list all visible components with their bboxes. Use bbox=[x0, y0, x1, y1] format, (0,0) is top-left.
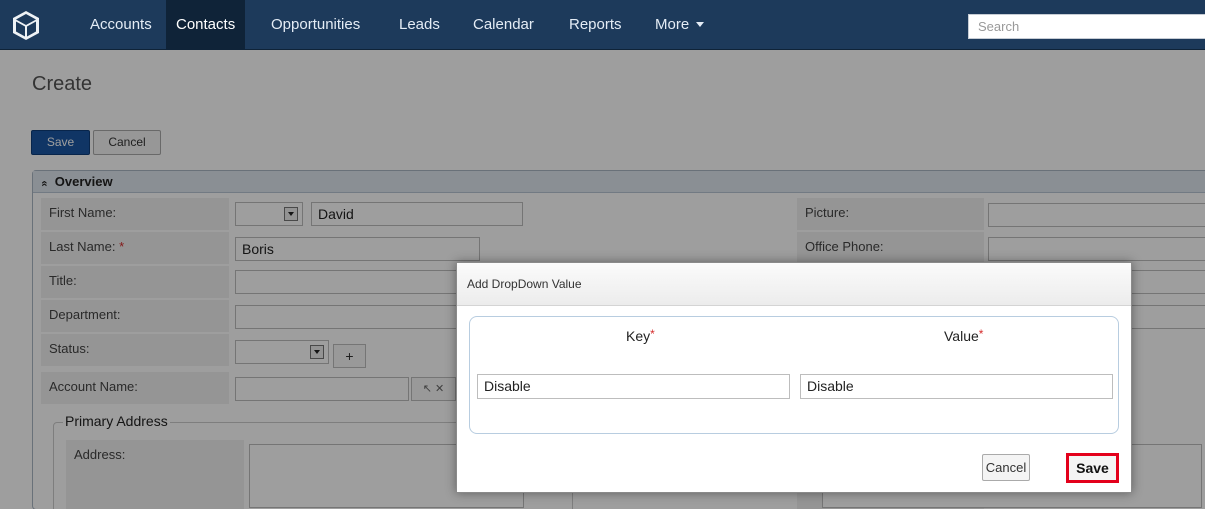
required-marker: * bbox=[650, 327, 655, 341]
add-dropdown-value-dialog: Add DropDown Value Key* Value* Disable D… bbox=[456, 262, 1132, 493]
nav-more-label: More bbox=[655, 16, 690, 33]
value-input[interactable]: Disable bbox=[800, 374, 1113, 399]
nav-calendar[interactable]: Calendar bbox=[463, 0, 544, 50]
value-header-label: Value bbox=[944, 328, 979, 344]
nav-contacts[interactable]: Contacts bbox=[166, 0, 246, 50]
dialog-save-button[interactable]: Save bbox=[1066, 453, 1119, 483]
nav-more[interactable]: More bbox=[645, 0, 714, 50]
required-marker: * bbox=[978, 327, 984, 341]
dialog-fields-box: Key* Value* Disable Disable bbox=[469, 316, 1119, 434]
nav-reports[interactable]: Reports bbox=[559, 0, 632, 50]
nav-opportunities[interactable]: Opportunities bbox=[261, 0, 370, 50]
nav-accounts[interactable]: Accounts bbox=[80, 0, 162, 50]
top-navbar: Accounts Contacts Opportunities Leads Ca… bbox=[0, 0, 1205, 50]
nav-leads[interactable]: Leads bbox=[389, 0, 450, 50]
search-input[interactable]: Search bbox=[968, 14, 1205, 39]
dialog-cancel-button[interactable]: Cancel bbox=[982, 454, 1030, 481]
key-header-label: Key bbox=[626, 328, 651, 344]
value-header: Value* bbox=[944, 327, 984, 344]
key-header: Key* bbox=[626, 327, 655, 344]
caret-down-icon bbox=[696, 21, 705, 27]
key-input[interactable]: Disable bbox=[477, 374, 790, 399]
dialog-title: Add DropDown Value bbox=[457, 263, 1131, 306]
cube-icon[interactable] bbox=[10, 9, 42, 41]
